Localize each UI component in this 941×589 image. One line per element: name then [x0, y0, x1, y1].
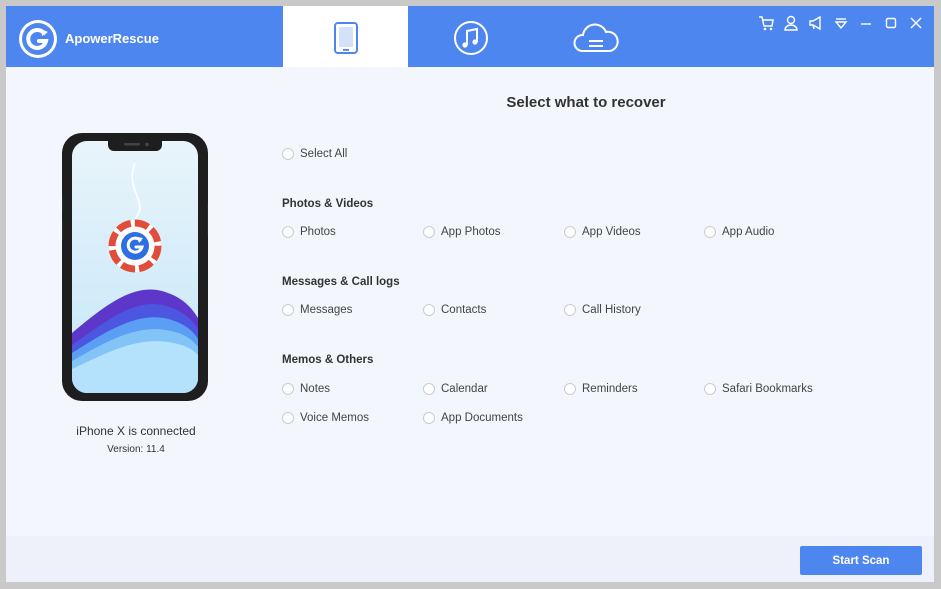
- tab-itunes-recovery[interactable]: [408, 6, 533, 67]
- device-version: Version: 11.4: [107, 444, 165, 455]
- checkbox-circle[interactable]: [282, 383, 294, 395]
- checkbox-label: Notes: [300, 383, 331, 395]
- checkbox-label: Contacts: [441, 304, 487, 316]
- close-icon[interactable]: [907, 14, 925, 32]
- music-note-icon: [454, 21, 488, 55]
- page-title: Select what to recover: [506, 94, 666, 111]
- smartphone-icon: [334, 22, 358, 54]
- checkbox-label: App Documents: [441, 412, 523, 424]
- megaphone-icon[interactable]: [807, 14, 825, 32]
- section-title-messages-call-logs: Messages & Call logs: [282, 276, 400, 288]
- checkbox-contacts[interactable]: Contacts: [423, 302, 486, 318]
- checkbox-label: Reminders: [582, 383, 638, 395]
- checkbox-app-videos[interactable]: App Videos: [564, 224, 641, 240]
- minimize-icon[interactable]: [857, 14, 875, 32]
- device-status: iPhone X is connected: [76, 424, 196, 438]
- checkbox-circle[interactable]: [282, 304, 294, 316]
- checkbox-circle[interactable]: [564, 383, 576, 395]
- checkbox-circle[interactable]: [423, 383, 435, 395]
- checkbox-calendar[interactable]: Calendar: [423, 381, 488, 397]
- checkbox-messages[interactable]: Messages: [282, 302, 352, 318]
- checkbox-safari-bookmarks[interactable]: Safari Bookmarks: [704, 381, 813, 397]
- checkbox-circle[interactable]: [423, 304, 435, 316]
- app-window: ApowerRescue iPhone X is connected Versi…: [6, 6, 934, 582]
- checkbox-circle[interactable]: [423, 412, 435, 424]
- checkbox-circle[interactable]: [704, 383, 716, 395]
- header-bar: ApowerRescue: [6, 6, 934, 67]
- checkbox-label: Photos: [300, 226, 336, 238]
- cloud-icon: [573, 23, 619, 52]
- select-all-label: Select All: [300, 148, 348, 160]
- checkbox-label: Safari Bookmarks: [722, 383, 813, 395]
- checkbox-circle[interactable]: [564, 304, 576, 316]
- select-all-checkbox[interactable]: Select All: [282, 146, 347, 162]
- checkbox-circle[interactable]: [282, 148, 294, 160]
- maximize-icon[interactable]: [882, 14, 900, 32]
- checkbox-label: App Photos: [441, 226, 501, 238]
- checkbox-circle[interactable]: [564, 226, 576, 238]
- cart-icon[interactable]: [757, 14, 775, 32]
- checkbox-reminders[interactable]: Reminders: [564, 381, 638, 397]
- section-title-photos-videos: Photos & Videos: [282, 198, 374, 210]
- checkbox-call-history[interactable]: Call History: [564, 302, 641, 318]
- footer-bar: [6, 536, 934, 582]
- checkbox-label: Call History: [582, 304, 641, 316]
- start-scan-button[interactable]: Start Scan: [800, 546, 922, 575]
- checkbox-voice-memos[interactable]: Voice Memos: [282, 410, 369, 426]
- tab-icloud-recovery[interactable]: [533, 6, 658, 67]
- checkbox-label: App Audio: [722, 226, 775, 238]
- checkbox-circle[interactable]: [282, 226, 294, 238]
- checkbox-label: App Videos: [582, 226, 641, 238]
- checkbox-circle[interactable]: [282, 412, 294, 424]
- tab-device-recovery[interactable]: [283, 6, 408, 67]
- checkbox-notes[interactable]: Notes: [282, 381, 330, 397]
- checkbox-label: Messages: [300, 304, 353, 316]
- checkbox-label: Calendar: [441, 383, 488, 395]
- checkbox-app-photos[interactable]: App Photos: [423, 224, 500, 240]
- app-title: ApowerRescue: [65, 31, 159, 46]
- checkbox-label: Voice Memos: [300, 412, 370, 424]
- checkbox-app-documents[interactable]: App Documents: [423, 410, 523, 426]
- checkbox-circle[interactable]: [423, 226, 435, 238]
- iphone-illustration: [59, 133, 211, 401]
- menu-icon[interactable]: [832, 14, 850, 32]
- apowerrescue-logo-icon: [19, 20, 57, 58]
- checkbox-photos[interactable]: Photos: [282, 224, 336, 240]
- user-icon[interactable]: [782, 14, 800, 32]
- checkbox-app-audio[interactable]: App Audio: [704, 224, 774, 240]
- checkbox-circle[interactable]: [704, 226, 716, 238]
- section-title-memos-others: Memos & Others: [282, 354, 374, 366]
